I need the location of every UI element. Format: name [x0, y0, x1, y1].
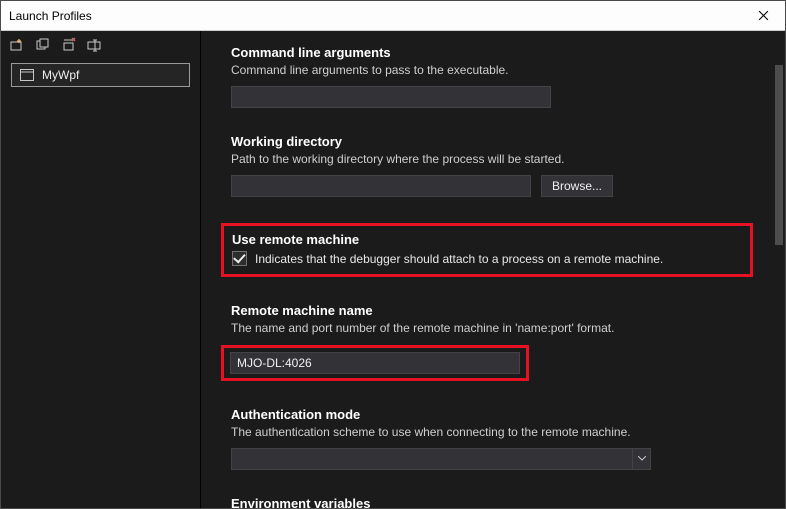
rename-profile-icon[interactable] — [87, 37, 103, 53]
authentication-mode-select[interactable] — [231, 448, 651, 470]
remote-machine-name-input[interactable] — [230, 352, 520, 374]
working-directory-input[interactable] — [231, 175, 531, 197]
close-icon — [758, 10, 769, 21]
close-button[interactable] — [741, 1, 785, 31]
section-command-line-arguments: Command line arguments Command line argu… — [231, 45, 743, 108]
command-line-arguments-input[interactable] — [231, 86, 551, 108]
section-title: Command line arguments — [231, 45, 743, 60]
section-desc: Path to the working directory where the … — [231, 151, 743, 167]
section-use-remote-machine: Use remote machine Indicates that the de… — [231, 223, 743, 277]
sidebar: MyWpf — [1, 31, 201, 508]
section-title: Authentication mode — [231, 407, 743, 422]
section-title: Use remote machine — [232, 232, 742, 247]
section-title: Environment variables — [231, 496, 743, 508]
profile-item-mywpf[interactable]: MyWpf — [11, 63, 190, 87]
section-desc: The name and port number of the remote m… — [231, 320, 743, 336]
titlebar: Launch Profiles — [1, 1, 785, 31]
use-remote-machine-checkbox[interactable] — [232, 251, 247, 266]
section-authentication-mode: Authentication mode The authentication s… — [231, 407, 743, 470]
launch-profiles-window: Launch Profiles — [0, 0, 786, 509]
section-remote-machine-name: Remote machine name The name and port nu… — [231, 303, 743, 380]
profile-list: MyWpf — [1, 59, 200, 91]
highlight-remote-name — [221, 345, 529, 381]
project-icon — [20, 69, 34, 81]
use-remote-machine-label: Indicates that the debugger should attac… — [255, 252, 663, 266]
section-title: Remote machine name — [231, 303, 743, 318]
dialog-body: MyWpf Command line arguments Command lin… — [1, 31, 785, 508]
profile-item-label: MyWpf — [42, 68, 79, 82]
window-title: Launch Profiles — [9, 9, 92, 23]
new-profile-icon[interactable] — [9, 37, 25, 53]
chevron-down-icon — [632, 449, 650, 469]
section-title: Working directory — [231, 134, 743, 149]
section-desc: Command line arguments to pass to the ex… — [231, 62, 743, 78]
section-desc: The authentication scheme to use when co… — [231, 424, 743, 440]
vertical-scrollbar[interactable] — [775, 35, 783, 504]
section-working-directory: Working directory Path to the working di… — [231, 134, 743, 197]
content-wrap: Command line arguments Command line argu… — [201, 31, 785, 508]
highlight-use-remote: Use remote machine Indicates that the de… — [221, 223, 753, 277]
settings-content: Command line arguments Command line argu… — [201, 31, 773, 508]
sidebar-toolbar — [1, 31, 200, 59]
delete-profile-icon[interactable] — [61, 37, 77, 53]
section-environment-variables: Environment variables — [231, 496, 743, 508]
scrollbar-thumb[interactable] — [775, 65, 783, 245]
duplicate-profile-icon[interactable] — [35, 37, 51, 53]
browse-button[interactable]: Browse... — [541, 175, 613, 197]
